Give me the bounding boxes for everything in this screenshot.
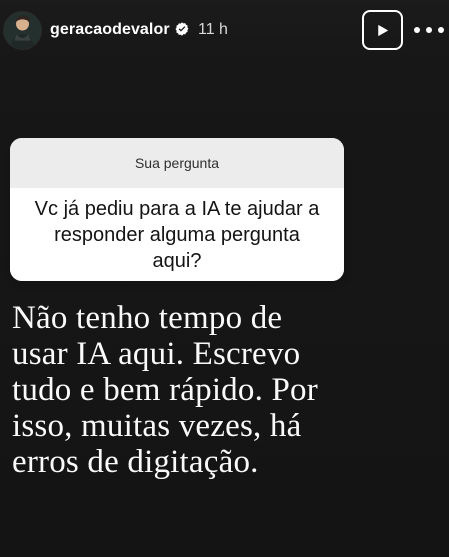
question-sticker-text: Vc já pediu para a IA te ajudar a respon… <box>10 188 344 281</box>
answer-line: erros de digitação. <box>12 444 259 480</box>
profile-photo-icon[interactable] <box>3 11 42 50</box>
story-time: 11 h <box>198 21 228 38</box>
play-icon <box>378 24 389 36</box>
answer-line: Não tenho tempo de <box>12 300 283 336</box>
more-options-button[interactable] <box>414 20 444 40</box>
more-horizontal-icon <box>414 27 420 33</box>
more-horizontal-icon <box>438 27 444 33</box>
question-sticker: Sua pergunta Vc já pediu para a IA te aj… <box>10 138 344 281</box>
answer-line: usar IA aqui. Escrevo <box>12 336 301 372</box>
question-sticker-label: Sua pergunta <box>10 138 344 188</box>
more-horizontal-icon <box>426 27 432 33</box>
play-button[interactable] <box>362 10 403 50</box>
story-viewer: geracaodevalor 11 h Sua pergunta Vc já p… <box>0 0 449 557</box>
story-header: geracaodevalor 11 h <box>0 0 449 66</box>
verified-badge-icon <box>175 22 189 36</box>
answer-line: tudo e bem rápido. Por <box>12 372 318 408</box>
answer-text: Não tenho tempo de usar IA aqui. Escrevo… <box>12 300 404 480</box>
username[interactable]: geracaodevalor <box>50 20 170 40</box>
answer-line: isso, muitas vezes, há <box>12 408 302 444</box>
